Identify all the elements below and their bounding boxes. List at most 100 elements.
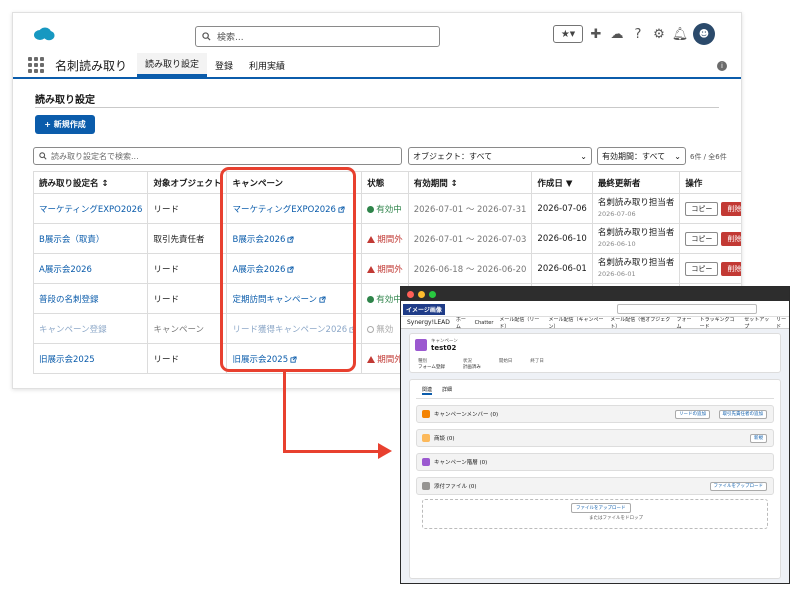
record-count: 6件 / 全6件 [690, 153, 727, 161]
record-name: test02 [431, 344, 457, 352]
related-list-icon [422, 458, 430, 466]
file-drop-zone[interactable]: ファイルをアップロード またはファイルをドロップ [422, 499, 768, 529]
avatar[interactable]: ☻ [693, 23, 715, 45]
col-object: 対象オブジェクト [147, 171, 228, 194]
search-icon [202, 32, 211, 41]
drop-text: またはファイルをドロップ [589, 516, 643, 521]
trailhead-icon[interactable]: ☁ [609, 26, 625, 42]
page-title: 読み取り設定 [35, 95, 95, 106]
global-search-input[interactable]: 検索... [195, 26, 440, 47]
target-object: リード [153, 294, 179, 305]
tab-reading-settings[interactable]: 読み取り設定 [137, 53, 208, 77]
updated-date: 2026-07-06 [597, 209, 636, 218]
col-created[interactable]: 作成日 ▼ [531, 171, 593, 194]
object-filter-value: オブジェクト：すべて [413, 151, 493, 161]
related-list-button[interactable]: 取引先責任者の追加 [718, 410, 767, 419]
popup-nav-item[interactable]: Chatter [475, 320, 494, 326]
warning-icon [367, 235, 376, 243]
col-name[interactable]: 読み取り設定名 ↕ [32, 171, 149, 194]
related-list-icon [422, 410, 430, 418]
tab-usage[interactable]: 利用実績 [241, 53, 293, 77]
setting-name-link[interactable]: 普段の名刺登録 [39, 295, 99, 305]
status-badge: 無効 [376, 324, 394, 335]
target-object: 取引先責任者 [153, 234, 205, 245]
related-list-button[interactable]: 新規 [750, 434, 767, 443]
valid-period: 2026-06-18 〜 2026-06-20 [413, 264, 527, 275]
popup-nav-item[interactable]: ホーム [456, 316, 469, 330]
table-row: マーケティングEXPO2026 リード マーケティングEXPO2026 有効中 2026… [32, 193, 741, 224]
setting-name-link[interactable]: マーケティングEXPO2026 [39, 205, 142, 215]
gear-icon[interactable]: ⚙ [651, 26, 667, 42]
popup-header: イメージ画像 [401, 301, 789, 317]
filter-search-input[interactable]: 読み取り設定名で検索... [33, 147, 402, 165]
related-list-icon [422, 482, 430, 490]
col-actions: 操作 [679, 171, 741, 194]
related-list-card: 添付ファイル (0) ファイルをアップロード [416, 477, 774, 495]
setting-name-link[interactable]: キャンペーン登録 [39, 325, 107, 335]
chevron-down-icon: ⌄ [580, 151, 587, 161]
status-badge: 有効中 [376, 294, 402, 305]
bell-icon[interactable]: 🔔︎ [672, 26, 689, 42]
search-placeholder: 検索... [217, 33, 244, 43]
related-list-icon [422, 434, 430, 442]
help-icon[interactable]: ? [630, 26, 646, 42]
popup-nav-item[interactable]: セットアップ [744, 316, 770, 330]
table-header-row: 読み取り設定名 ↕ 対象オブジェクト キャンペーン 状態 有効期間 ↕ 作成日 … [32, 171, 741, 194]
arrow-head [378, 443, 392, 459]
setting-name-link[interactable]: A展示会2026 [39, 265, 92, 275]
object-filter-select[interactable]: オブジェクト：すべて ⌄ [408, 147, 592, 165]
minimize-window-icon[interactable] [418, 290, 425, 298]
delete-button[interactable]: 削除 [721, 201, 741, 216]
add-icon[interactable]: ✚ [588, 26, 604, 42]
created-date: 2026-06-01 [537, 263, 587, 274]
target-object: リード [153, 204, 179, 215]
popup-nav-item[interactable]: メール配信（他オブジェクト） [610, 316, 670, 330]
global-header: 検索... ★ ▼ ✚ ☁ ? ⚙ 🔔︎ ☻ [13, 13, 741, 53]
copy-button[interactable]: コピー [685, 201, 719, 216]
record-field: 終了日 [530, 358, 544, 370]
delete-button[interactable]: 削除 [721, 261, 741, 276]
maximize-window-icon[interactable] [429, 290, 436, 298]
image-tag: イメージ画像 [403, 304, 445, 315]
upload-file-button[interactable]: ファイルをアップロード [571, 503, 631, 513]
popup-nav-item[interactable]: リード [776, 316, 789, 330]
copy-button[interactable]: コピー [685, 231, 719, 246]
close-window-icon[interactable] [407, 290, 414, 298]
tab-detail[interactable]: 詳細 [442, 386, 452, 395]
warning-icon [367, 265, 376, 273]
new-button[interactable]: + 新規作成 [35, 115, 95, 134]
salesforce-logo-icon[interactable] [33, 27, 55, 41]
popup-nav-item[interactable]: メール配信（キャンペーン） [548, 316, 604, 330]
popup-nav-item[interactable]: フォーム [677, 316, 694, 330]
copy-button[interactable]: コピー [685, 261, 719, 276]
related-list-title[interactable]: キャンペーン階層 (0) [434, 458, 487, 466]
related-list-title[interactable]: 添付ファイル (0) [434, 482, 477, 490]
popup-nav-item[interactable]: トラッキングコード [700, 316, 739, 330]
setting-name-link[interactable]: B展示会（取責） [39, 235, 104, 245]
popup-search-input[interactable] [617, 304, 757, 314]
star-icon: ★ [560, 28, 570, 40]
popup-nav-item[interactable]: メール配信（リード） [499, 316, 542, 330]
field-value: 計画済み [462, 365, 481, 370]
delete-button[interactable]: 削除 [721, 231, 741, 246]
campaign-icon [415, 339, 427, 351]
popup-nav: Synergy!LEAD ホーム Chatter メール配信（リード） メール配信（キ… [401, 316, 789, 330]
col-period[interactable]: 有効期間 ↕ [407, 171, 533, 194]
arrow-line [283, 450, 379, 453]
updated-date: 2026-06-01 [597, 269, 636, 278]
period-filter-select[interactable]: 有効期間：すべて ⌄ [597, 147, 686, 165]
record-field: 開始日 [499, 358, 513, 370]
related-list-button[interactable]: リードの追加 [675, 410, 710, 419]
setting-name-link[interactable]: 旧展示会2025 [39, 355, 95, 365]
tab-register[interactable]: 登録 [207, 53, 241, 77]
warning-icon [367, 355, 376, 363]
app-launcher-icon[interactable] [28, 53, 46, 77]
related-list-button[interactable]: ファイルをアップロード [709, 482, 767, 491]
info-icon[interactable]: i [717, 61, 727, 71]
related-list-title[interactable]: 商談 (0) [434, 434, 455, 442]
related-list-title[interactable]: キャンペーンメンバー (0) [434, 410, 498, 418]
campaign-record-window: イメージ画像 Synergy!LEAD ホーム Chatter メール配信（リード）… [400, 286, 790, 584]
favorites-button[interactable]: ★ ▼ [553, 25, 583, 43]
tab-related[interactable]: 関連 [422, 386, 433, 395]
target-object: リード [153, 264, 179, 275]
